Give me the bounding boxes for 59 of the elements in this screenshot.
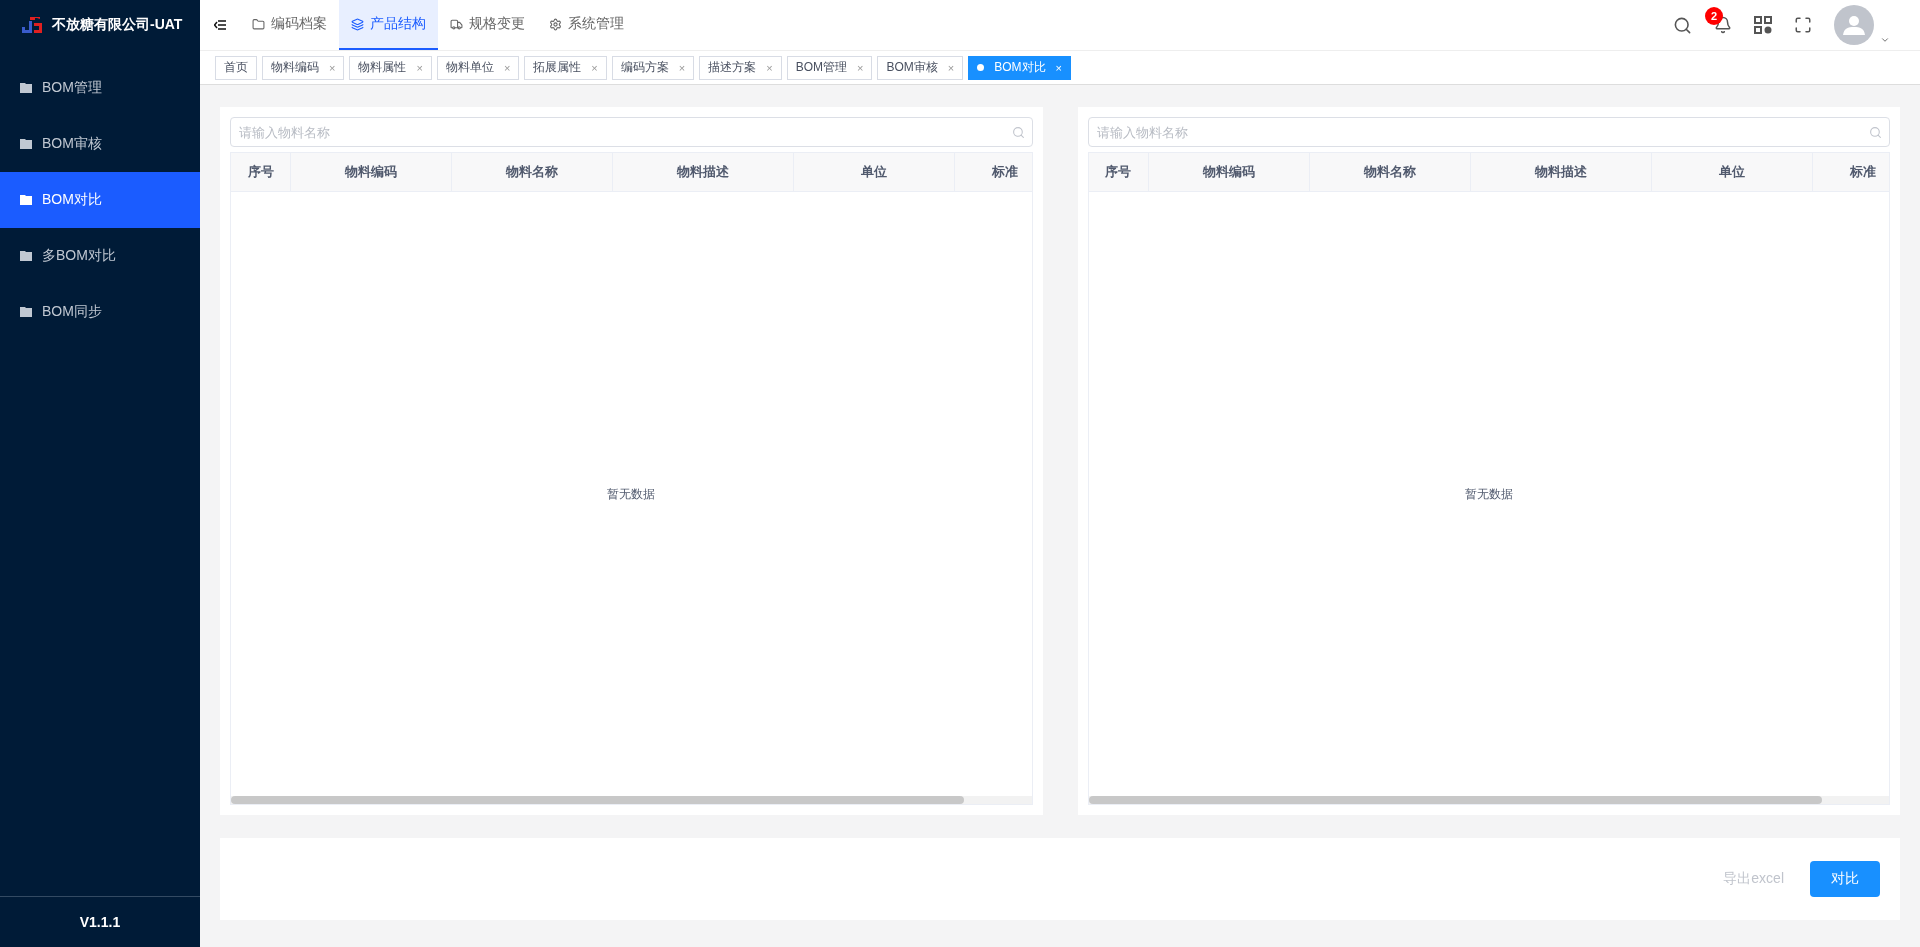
- active-dot-icon: [977, 64, 985, 71]
- truck-icon: [450, 17, 463, 31]
- page-tab[interactable]: BOM审核 ×: [877, 55, 964, 80]
- sidebar-item[interactable]: 多BOM对比: [0, 228, 200, 284]
- page-tab[interactable]: 编码方案 ×: [611, 55, 695, 80]
- folder-icon: [252, 17, 265, 31]
- empty-message: 暂无数据: [1464, 485, 1513, 503]
- folder-icon: [20, 251, 32, 261]
- page-tab[interactable]: BOM管理 ×: [786, 55, 873, 80]
- search-field[interactable]: 请输入物料名称: [1087, 117, 1890, 147]
- folder-icon: [20, 83, 32, 93]
- column-header: 单位: [794, 153, 955, 191]
- page-tab[interactable]: 描述方案 ×: [699, 55, 782, 80]
- column-header: 标准: [1812, 153, 1889, 191]
- folder-icon: [20, 307, 32, 317]
- layers-icon: [351, 17, 364, 31]
- brand-title: 不放糖有限公司-UAT: [52, 16, 183, 34]
- column-header: 序号: [231, 153, 291, 191]
- column-header: 标准: [955, 153, 1032, 191]
- search-field[interactable]: 请输入物料名称: [230, 117, 1033, 147]
- column-header: 物料编码: [291, 153, 452, 191]
- page-tab[interactable]: 物料属性 ×: [349, 55, 432, 80]
- top-menu-item[interactable]: 系统管理: [537, 0, 636, 50]
- close-tab-button[interactable]: ×: [1055, 61, 1062, 74]
- page-tab[interactable]: 物料单位 ×: [436, 55, 520, 80]
- page-tab[interactable]: 物料编码 ×: [262, 55, 345, 80]
- person-silhouette-icon: [1843, 15, 1865, 35]
- compare-button[interactable]: 对比: [1810, 861, 1880, 897]
- avatar[interactable]: [1834, 5, 1874, 45]
- column-header: 物料名称: [1309, 153, 1471, 191]
- column-header: 物料描述: [1470, 153, 1652, 191]
- scrollbar-thumb[interactable]: [231, 796, 964, 804]
- folder-icon: [20, 139, 32, 149]
- grid-icon[interactable]: [1754, 16, 1772, 34]
- scrollbar-thumb[interactable]: [1088, 796, 1822, 804]
- column-header: 物料描述: [613, 153, 794, 191]
- page-tab[interactable]: BOM对比 ×: [968, 55, 1071, 80]
- column-header: 物料名称: [452, 153, 613, 191]
- sidebar-item[interactable]: BOM审核: [0, 116, 200, 172]
- sidebar-item[interactable]: BOM同步: [0, 284, 200, 340]
- caret-icon[interactable]: [1880, 35, 1890, 45]
- column-header: 单位: [1651, 153, 1813, 191]
- column-header: 序号: [1088, 153, 1149, 191]
- gear-icon: [549, 17, 562, 31]
- top-menu-item[interactable]: 规格变更: [438, 0, 537, 50]
- sidebar-item[interactable]: BOM对比: [0, 172, 200, 228]
- page-tab[interactable]: 拓展属性 ×: [524, 55, 607, 80]
- notification-count: 2: [1705, 7, 1723, 25]
- search-icon[interactable]: [1673, 15, 1692, 35]
- folder-icon: [20, 195, 32, 205]
- column-header: 物料编码: [1148, 153, 1310, 191]
- sidebar-item[interactable]: BOM管理: [0, 60, 200, 116]
- fullscreen-icon[interactable]: [1794, 16, 1812, 34]
- top-menu-item[interactable]: 编码档案: [240, 0, 339, 50]
- logo-icon: [20, 15, 44, 35]
- version-label: V1.1.1: [0, 896, 200, 947]
- empty-message: 暂无数据: [607, 485, 656, 503]
- page-tab[interactable]: 首页: [215, 55, 257, 80]
- top-menu-item[interactable]: 产品结构: [339, 0, 438, 50]
